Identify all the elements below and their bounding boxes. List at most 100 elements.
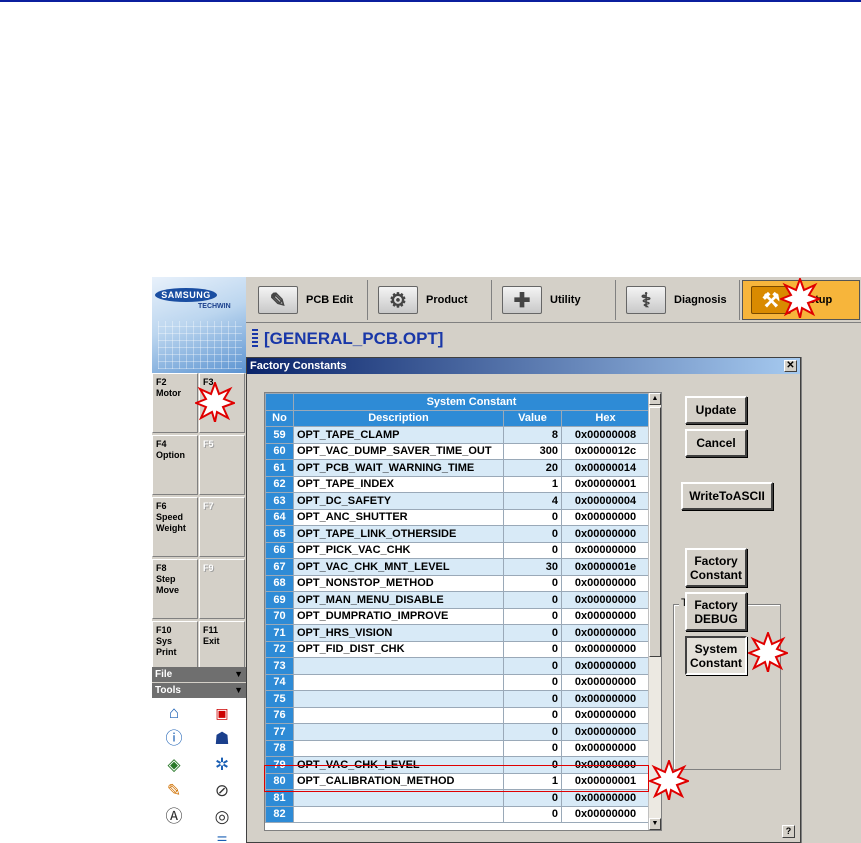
update-button[interactable]: Update — [685, 396, 747, 424]
list-icon[interactable]: ☰ — [210, 830, 234, 843]
product-button[interactable]: ⚙ Product — [370, 280, 492, 320]
col-no: No — [265, 409, 294, 427]
table-row[interactable]: 77 0 0x00000000 — [265, 723, 651, 741]
cell-hex: 0x00000000 — [560, 624, 651, 642]
cell-value[interactable]: 0 — [503, 640, 562, 658]
factory-debug-button[interactable]: Factory DEBUG — [685, 592, 747, 631]
cancel-button[interactable]: Cancel — [685, 429, 747, 457]
cell-value[interactable]: 0 — [503, 805, 562, 823]
table-row[interactable]: 80 OPT_CALIBRATION_METHOD 1 0x00000001 — [265, 772, 651, 790]
scroll-up-icon[interactable]: ▲ — [649, 393, 661, 405]
cell-hex: 0x00000000 — [560, 789, 651, 807]
help-button[interactable]: ? — [782, 825, 795, 838]
operator-icon[interactable]: ☗ — [210, 728, 234, 750]
cell-value[interactable]: 0 — [503, 607, 562, 625]
table-row[interactable]: 62 OPT_TAPE_INDEX 1 0x00000001 — [265, 475, 651, 493]
system-constant-button[interactable]: System Constant — [685, 636, 747, 675]
table-row[interactable]: 65 OPT_TAPE_LINK_OTHERSIDE 0 0x00000000 — [265, 525, 651, 543]
cell-value[interactable]: 0 — [503, 591, 562, 609]
recycle-icon[interactable]: ◎ — [210, 806, 234, 828]
diagnosis-icon: ⚕ — [626, 286, 666, 314]
warning-icon[interactable]: ⊘ — [210, 780, 234, 802]
f4-option-button[interactable]: F4 Option — [152, 435, 198, 495]
cell-value[interactable]: 1 — [503, 772, 562, 790]
cell-hex: 0x00000000 — [560, 657, 651, 675]
cell-desc — [293, 657, 504, 675]
cell-value[interactable]: 300 — [503, 442, 562, 460]
cell-value[interactable]: 0 — [503, 690, 562, 708]
table-row[interactable]: 74 0 0x00000000 — [265, 673, 651, 691]
cell-value[interactable]: 0 — [503, 525, 562, 543]
app-window: SAMSUNG TECHWIN F2 Motor F3 F4 Option F5… — [152, 277, 861, 843]
table-row[interactable]: 68 OPT_NONSTOP_METHOD 0 0x00000000 — [265, 574, 651, 592]
cell-value[interactable]: 0 — [503, 739, 562, 757]
info-person-icon[interactable]: ⓘ — [162, 728, 186, 750]
cell-value[interactable]: 0 — [503, 657, 562, 675]
f6-speed-weight-button[interactable]: F6 Speed Weight — [152, 497, 198, 557]
f2-motor-button[interactable]: F2 Motor — [152, 373, 198, 433]
table-row[interactable]: 67 OPT_VAC_CHK_MNT_LEVEL 30 0x0000001e — [265, 558, 651, 576]
f9-button: F9 — [199, 559, 245, 619]
annotation-star-row-80 — [649, 760, 689, 800]
table-row[interactable]: 76 0 0x00000000 — [265, 706, 651, 724]
table-row[interactable]: 71 OPT_HRS_VISION 0 0x00000000 — [265, 624, 651, 642]
diagnosis-label: Diagnosis — [674, 294, 727, 306]
f8-step-move-button[interactable]: F8 Step Move — [152, 559, 198, 619]
cell-no: 74 — [265, 673, 294, 691]
window-icon[interactable]: ▣ — [210, 702, 234, 724]
cell-no: 71 — [265, 624, 294, 642]
table-row[interactable]: 75 0 0x00000000 — [265, 690, 651, 708]
cell-value[interactable]: 0 — [503, 508, 562, 526]
utility-icon: ✚ — [502, 286, 542, 314]
table-row[interactable]: 61 OPT_PCB_WAIT_WARNING_TIME 20 0x00000014 — [265, 459, 651, 477]
cell-value[interactable]: 0 — [503, 673, 562, 691]
cell-desc — [293, 723, 504, 741]
table-row[interactable]: 70 OPT_DUMPRATIO_IMPROVE 0 0x00000000 — [265, 607, 651, 625]
auto-icon[interactable]: Ⓐ — [162, 806, 186, 828]
table-row[interactable]: 66 OPT_PICK_VAC_CHK 0 0x00000000 — [265, 541, 651, 559]
factory-constant-button[interactable]: Factory Constant — [685, 548, 747, 587]
cell-value[interactable]: 0 — [503, 723, 562, 741]
cell-no: 78 — [265, 739, 294, 757]
board-icon[interactable]: ◈ — [162, 754, 186, 776]
cell-value[interactable]: 0 — [503, 624, 562, 642]
pcb-edit-button[interactable]: ✎ PCB Edit — [250, 280, 368, 320]
cell-no: 77 — [265, 723, 294, 741]
table-row[interactable]: 79 OPT_VAC_CHK_LEVEL 0 0x00000000 — [265, 756, 651, 774]
write-to-ascii-button[interactable]: WriteToASCII — [681, 482, 773, 510]
constants-grid: System Constant No Description Value Hex… — [265, 393, 651, 823]
cell-value[interactable]: 1 — [503, 475, 562, 493]
axis-icon[interactable]: ✲ — [210, 754, 234, 776]
wrench-icon[interactable]: ✎ — [162, 780, 186, 802]
file-menu[interactable]: File ▼ — [152, 667, 246, 682]
cell-value[interactable]: 0 — [503, 756, 562, 774]
cell-value[interactable]: 8 — [503, 426, 562, 444]
tools-menu[interactable]: Tools ▼ — [152, 683, 246, 698]
diagnosis-button[interactable]: ⚕ Diagnosis — [618, 280, 740, 320]
scroll-thumb[interactable] — [649, 407, 661, 657]
cell-value[interactable]: 4 — [503, 492, 562, 510]
cell-value[interactable]: 0 — [503, 574, 562, 592]
table-row[interactable]: 72 OPT_FID_DIST_CHK 0 0x00000000 — [265, 640, 651, 658]
cell-value[interactable]: 30 — [503, 558, 562, 576]
table-row[interactable]: 73 0 0x00000000 — [265, 657, 651, 675]
cell-value[interactable]: 0 — [503, 706, 562, 724]
close-button[interactable]: ✕ — [784, 360, 797, 372]
table-row[interactable]: 63 OPT_DC_SAFETY 4 0x00000004 — [265, 492, 651, 510]
table-row[interactable]: 81 0 0x00000000 — [265, 789, 651, 807]
scroll-down-icon[interactable]: ▼ — [649, 818, 661, 830]
table-row[interactable]: 69 OPT_MAN_MENU_DISABLE 0 0x00000000 — [265, 591, 651, 609]
table-row[interactable]: 78 0 0x00000000 — [265, 739, 651, 757]
cell-hex: 0x00000000 — [560, 690, 651, 708]
table-row[interactable]: 82 0 0x00000000 — [265, 805, 651, 823]
cell-value[interactable]: 0 — [503, 789, 562, 807]
table-row[interactable]: 59 OPT_TAPE_CLAMP 8 0x00000008 — [265, 426, 651, 444]
col-value: Value — [503, 409, 562, 427]
cell-value[interactable]: 20 — [503, 459, 562, 477]
cell-value[interactable]: 0 — [503, 541, 562, 559]
utility-button[interactable]: ✚ Utility — [494, 280, 616, 320]
table-row[interactable]: 60 OPT_VAC_DUMP_SAVER_TIME_OUT 300 0x000001… — [265, 442, 651, 460]
cell-hex: 0x00000000 — [560, 673, 651, 691]
home-icon[interactable]: ⌂ — [162, 702, 186, 724]
table-row[interactable]: 64 OPT_ANC_SHUTTER 0 0x00000000 — [265, 508, 651, 526]
